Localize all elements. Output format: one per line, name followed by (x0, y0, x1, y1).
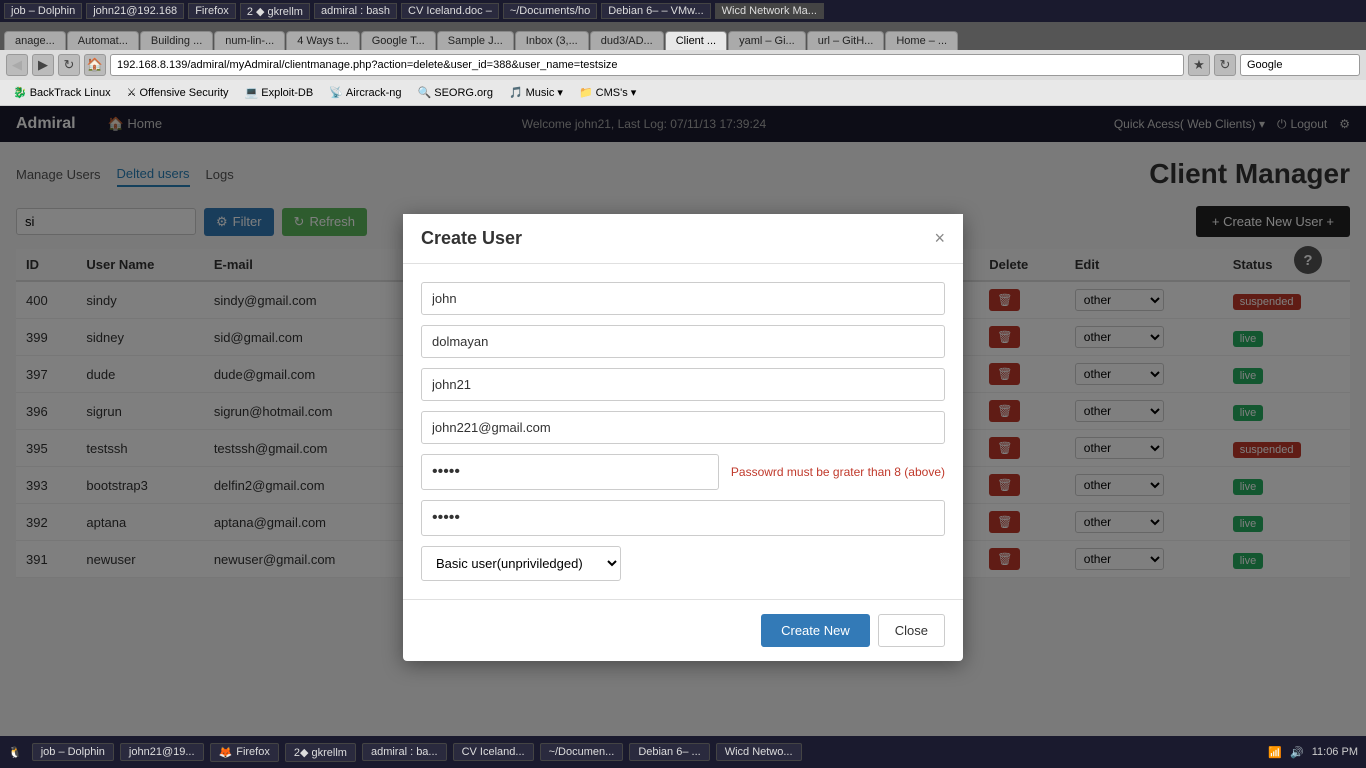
taskbar-wicd[interactable]: Wicd Network Ma... (715, 3, 824, 19)
tb-firefox[interactable]: 🦊 Firefox (210, 743, 279, 762)
taskbar-documents[interactable]: ~/Documents/ho (503, 3, 597, 19)
bookmark-cms[interactable]: 📁 CMS's ▾ (572, 84, 643, 101)
bookmark-offensive[interactable]: ⚔ Offensive Security (120, 84, 236, 101)
sound-icon: 🔊 (1290, 746, 1304, 759)
bookmark-star[interactable]: ★ (1188, 54, 1210, 76)
taskbar-firefox[interactable]: Firefox (188, 3, 236, 19)
tb-documents[interactable]: ~/Documen... (540, 743, 624, 761)
tab-url[interactable]: url – GitH... (807, 31, 885, 50)
back-button[interactable]: ◀ (6, 54, 28, 76)
bottom-taskbar: 🐧 job – Dolphin john21@19... 🦊 Firefox 2… (0, 736, 1366, 768)
bookmark-music[interactable]: 🎵 Music ▾ (502, 84, 570, 101)
password-row: Passowrd must be grater than 8 (above) (421, 454, 945, 490)
taskbar-cv[interactable]: CV Iceland.doc – (401, 3, 499, 19)
bookmark-seorg[interactable]: 🔍 SEORG.org (411, 84, 500, 101)
tb-wicd[interactable]: Wicd Netwo... (716, 743, 802, 761)
tab-yaml[interactable]: yaml – Gi... (728, 31, 806, 50)
tab-inbox[interactable]: Inbox (3,... (515, 31, 589, 50)
tab-numlin[interactable]: num-lin-... (214, 31, 285, 50)
network-icon: 📶 (1268, 746, 1282, 759)
taskbar-gkrellm[interactable]: 2 ◆ gkrellm (240, 3, 310, 20)
tab-automat[interactable]: Automat... (67, 31, 139, 50)
modal-title: Create User (421, 228, 522, 249)
firefox-icon: 🦊 (219, 746, 233, 759)
tb-gkrellm[interactable]: 2◆ gkrellm (285, 743, 356, 762)
search-box[interactable] (1240, 54, 1360, 76)
taskbar-bash[interactable]: admiral : bash (314, 3, 397, 19)
tb-cv[interactable]: CV Iceland... (453, 743, 534, 761)
password-input[interactable] (421, 454, 719, 490)
email-input[interactable] (421, 411, 945, 444)
app-container: Admiral 🏠 Home Welcome john21, Last Log:… (0, 106, 1366, 768)
tb-debian[interactable]: Debian 6– ... (629, 743, 709, 761)
password-error: Passowrd must be grater than 8 (above) (731, 465, 945, 479)
tab-home[interactable]: Home – ... (885, 31, 958, 50)
modal-header: Create User × (403, 214, 963, 264)
username-input[interactable] (421, 368, 945, 401)
modal-overlay: Create User × Passowrd must be grater th… (0, 106, 1366, 768)
tab-client[interactable]: Client ... (665, 31, 727, 50)
taskbar-debian[interactable]: Debian 6– – VMw... (601, 3, 710, 19)
reload-button2[interactable]: ↻ (1214, 54, 1236, 76)
taskbar-right-area: 📶 🔊 11:06 PM (1268, 746, 1358, 759)
browser-nav: ◀ ▶ ↻ 🏠 ★ ↻ (0, 50, 1366, 80)
clock: 11:06 PM (1312, 746, 1358, 758)
close-button[interactable]: Close (878, 614, 945, 647)
modal-close-button[interactable]: × (934, 229, 945, 247)
tab-4ways[interactable]: 4 Ways t... (286, 31, 360, 50)
last-name-input[interactable] (421, 325, 945, 358)
tab-samplej[interactable]: Sample J... (437, 31, 514, 50)
create-new-button[interactable]: Create New (761, 614, 870, 647)
bookmark-aircrack[interactable]: 📡 Aircrack-ng (322, 84, 408, 101)
taskbar-job-dolphin[interactable]: job – Dolphin (4, 3, 82, 19)
confirm-password-input[interactable] (421, 500, 945, 536)
os-top-taskbar: job – Dolphin john21@192.168 Firefox 2 ◆… (0, 0, 1366, 22)
tab-googlet[interactable]: Google T... (361, 31, 436, 50)
tb-john21[interactable]: john21@19... (120, 743, 204, 761)
taskbar-john21[interactable]: john21@192.168 (86, 3, 184, 19)
forward-button[interactable]: ▶ (32, 54, 54, 76)
browser-tabs: anage... Automat... Building ... num-lin… (0, 22, 1366, 50)
tb-admiral-bash[interactable]: admiral : ba... (362, 743, 447, 761)
tb-job-dolphin[interactable]: job – Dolphin (32, 743, 114, 761)
bookmarks-bar: 🐉 BackTrack Linux ⚔ Offensive Security 💻… (0, 80, 1366, 106)
modal-body: Passowrd must be grater than 8 (above) B… (403, 264, 963, 599)
tab-building[interactable]: Building ... (140, 31, 213, 50)
address-bar[interactable] (110, 54, 1184, 76)
home-button[interactable]: 🏠 (84, 54, 106, 76)
start-icon[interactable]: 🐧 (8, 746, 22, 759)
bookmark-exploitdb[interactable]: 💻 Exploit-DB (238, 84, 321, 101)
create-user-modal: Create User × Passowrd must be grater th… (403, 214, 963, 661)
tab-dud3[interactable]: dud3/AD... (590, 31, 664, 50)
role-select[interactable]: Basic user(unpriviledged) Admin Super Ad… (421, 546, 621, 581)
bookmark-backtrack[interactable]: 🐉 BackTrack Linux (6, 84, 118, 101)
first-name-input[interactable] (421, 282, 945, 315)
tab-manage[interactable]: anage... (4, 31, 66, 50)
reload-button[interactable]: ↻ (58, 54, 80, 76)
modal-footer: Create New Close (403, 599, 963, 661)
